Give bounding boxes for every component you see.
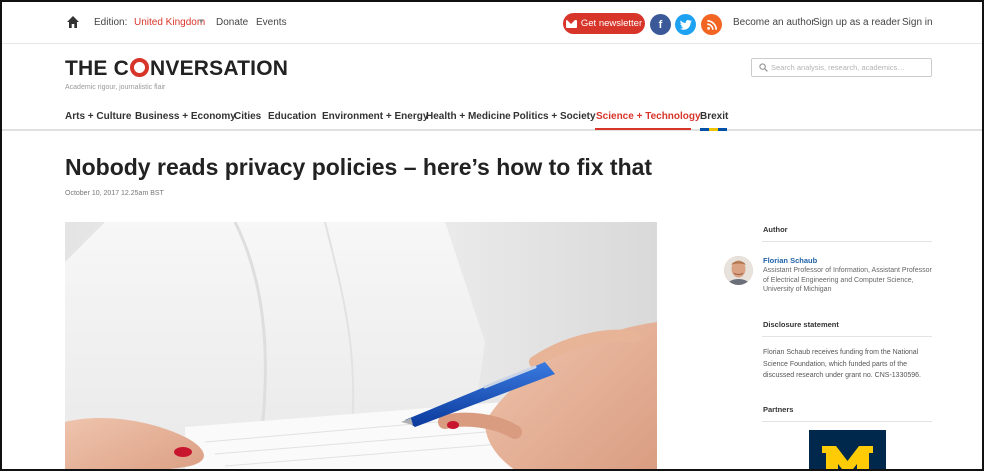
donate-link[interactable]: Donate xyxy=(216,17,248,28)
sidebar-divider xyxy=(762,241,932,242)
search-icon xyxy=(759,63,768,72)
nav-item-brexit[interactable]: Brexit xyxy=(700,111,728,122)
article-headline: Nobody reads privacy policies – here’s h… xyxy=(65,154,653,180)
edition-selector[interactable]: United Kingdom xyxy=(134,17,205,28)
nav-item-politics-society[interactable]: Politics + Society xyxy=(513,111,596,122)
site-tagline: Academic rigour, journalistic flair xyxy=(65,84,166,91)
nav-item-environment-energy[interactable]: Environment + Energy xyxy=(322,111,428,122)
edition-label: Edition: xyxy=(94,17,128,28)
partners-heading: Partners xyxy=(763,405,794,414)
author-role: Assistant Professor of Information, Assi… xyxy=(763,267,932,293)
rss-icon[interactable] xyxy=(701,14,722,35)
author-portrait xyxy=(724,256,753,285)
brexit-color-bar xyxy=(700,128,727,131)
nav-item-science-technology[interactable]: Science + Technology xyxy=(596,111,701,122)
site-logo[interactable]: THE C NVERSATION xyxy=(65,57,288,81)
active-tab-indicator xyxy=(595,128,691,130)
avatar[interactable] xyxy=(724,256,753,285)
hands-signing-document-illustration xyxy=(65,222,657,469)
search-input[interactable] xyxy=(771,60,929,75)
sidebar-divider xyxy=(762,421,932,422)
become-author-link[interactable]: Become an author xyxy=(733,17,815,28)
envelope-icon xyxy=(565,19,577,28)
sidebar-divider xyxy=(762,336,932,337)
twitter-bird-glyph xyxy=(679,19,692,30)
logo-ring-icon xyxy=(130,58,149,77)
browser-viewport: Edition: United Kingdom ▾ Donate Events … xyxy=(0,0,984,471)
nav-item-cities[interactable]: Cities xyxy=(234,111,261,122)
university-of-michigan-logo[interactable] xyxy=(809,430,886,469)
section-nav: Arts + Culture Business + Economy Cities… xyxy=(2,102,982,131)
nav-item-arts-culture[interactable]: Arts + Culture xyxy=(65,111,131,122)
article-hero-image xyxy=(65,222,657,469)
article-dateline: October 10, 2017 12.25am BST xyxy=(65,190,164,197)
author-heading: Author xyxy=(763,225,788,234)
rss-glyph xyxy=(706,19,717,30)
events-link[interactable]: Events xyxy=(256,17,287,28)
home-icon[interactable] xyxy=(66,15,80,29)
get-newsletter-button[interactable]: Get newsletter xyxy=(563,13,645,34)
facebook-icon[interactable]: f xyxy=(650,14,671,35)
top-bar: Edition: United Kingdom ▾ Donate Events … xyxy=(2,2,982,44)
twitter-icon[interactable] xyxy=(675,14,696,35)
nav-item-education[interactable]: Education xyxy=(268,111,316,122)
search-box[interactable] xyxy=(751,58,932,77)
signup-reader-link[interactable]: Sign up as a reader xyxy=(813,17,900,28)
author-name-link[interactable]: Florian Schaub xyxy=(763,256,817,265)
signin-link[interactable]: Sign in xyxy=(902,17,933,28)
disclosure-text: Florian Schaub receives funding from the… xyxy=(763,349,921,379)
disclosure-heading: Disclosure statement xyxy=(763,320,839,329)
chevron-down-icon[interactable]: ▾ xyxy=(199,16,204,27)
nav-item-business-economy[interactable]: Business + Economy xyxy=(135,111,236,122)
block-m-logo xyxy=(809,430,886,469)
nav-item-health-medicine[interactable]: Health + Medicine xyxy=(426,111,511,122)
get-newsletter-label: Get newsletter xyxy=(580,18,643,29)
